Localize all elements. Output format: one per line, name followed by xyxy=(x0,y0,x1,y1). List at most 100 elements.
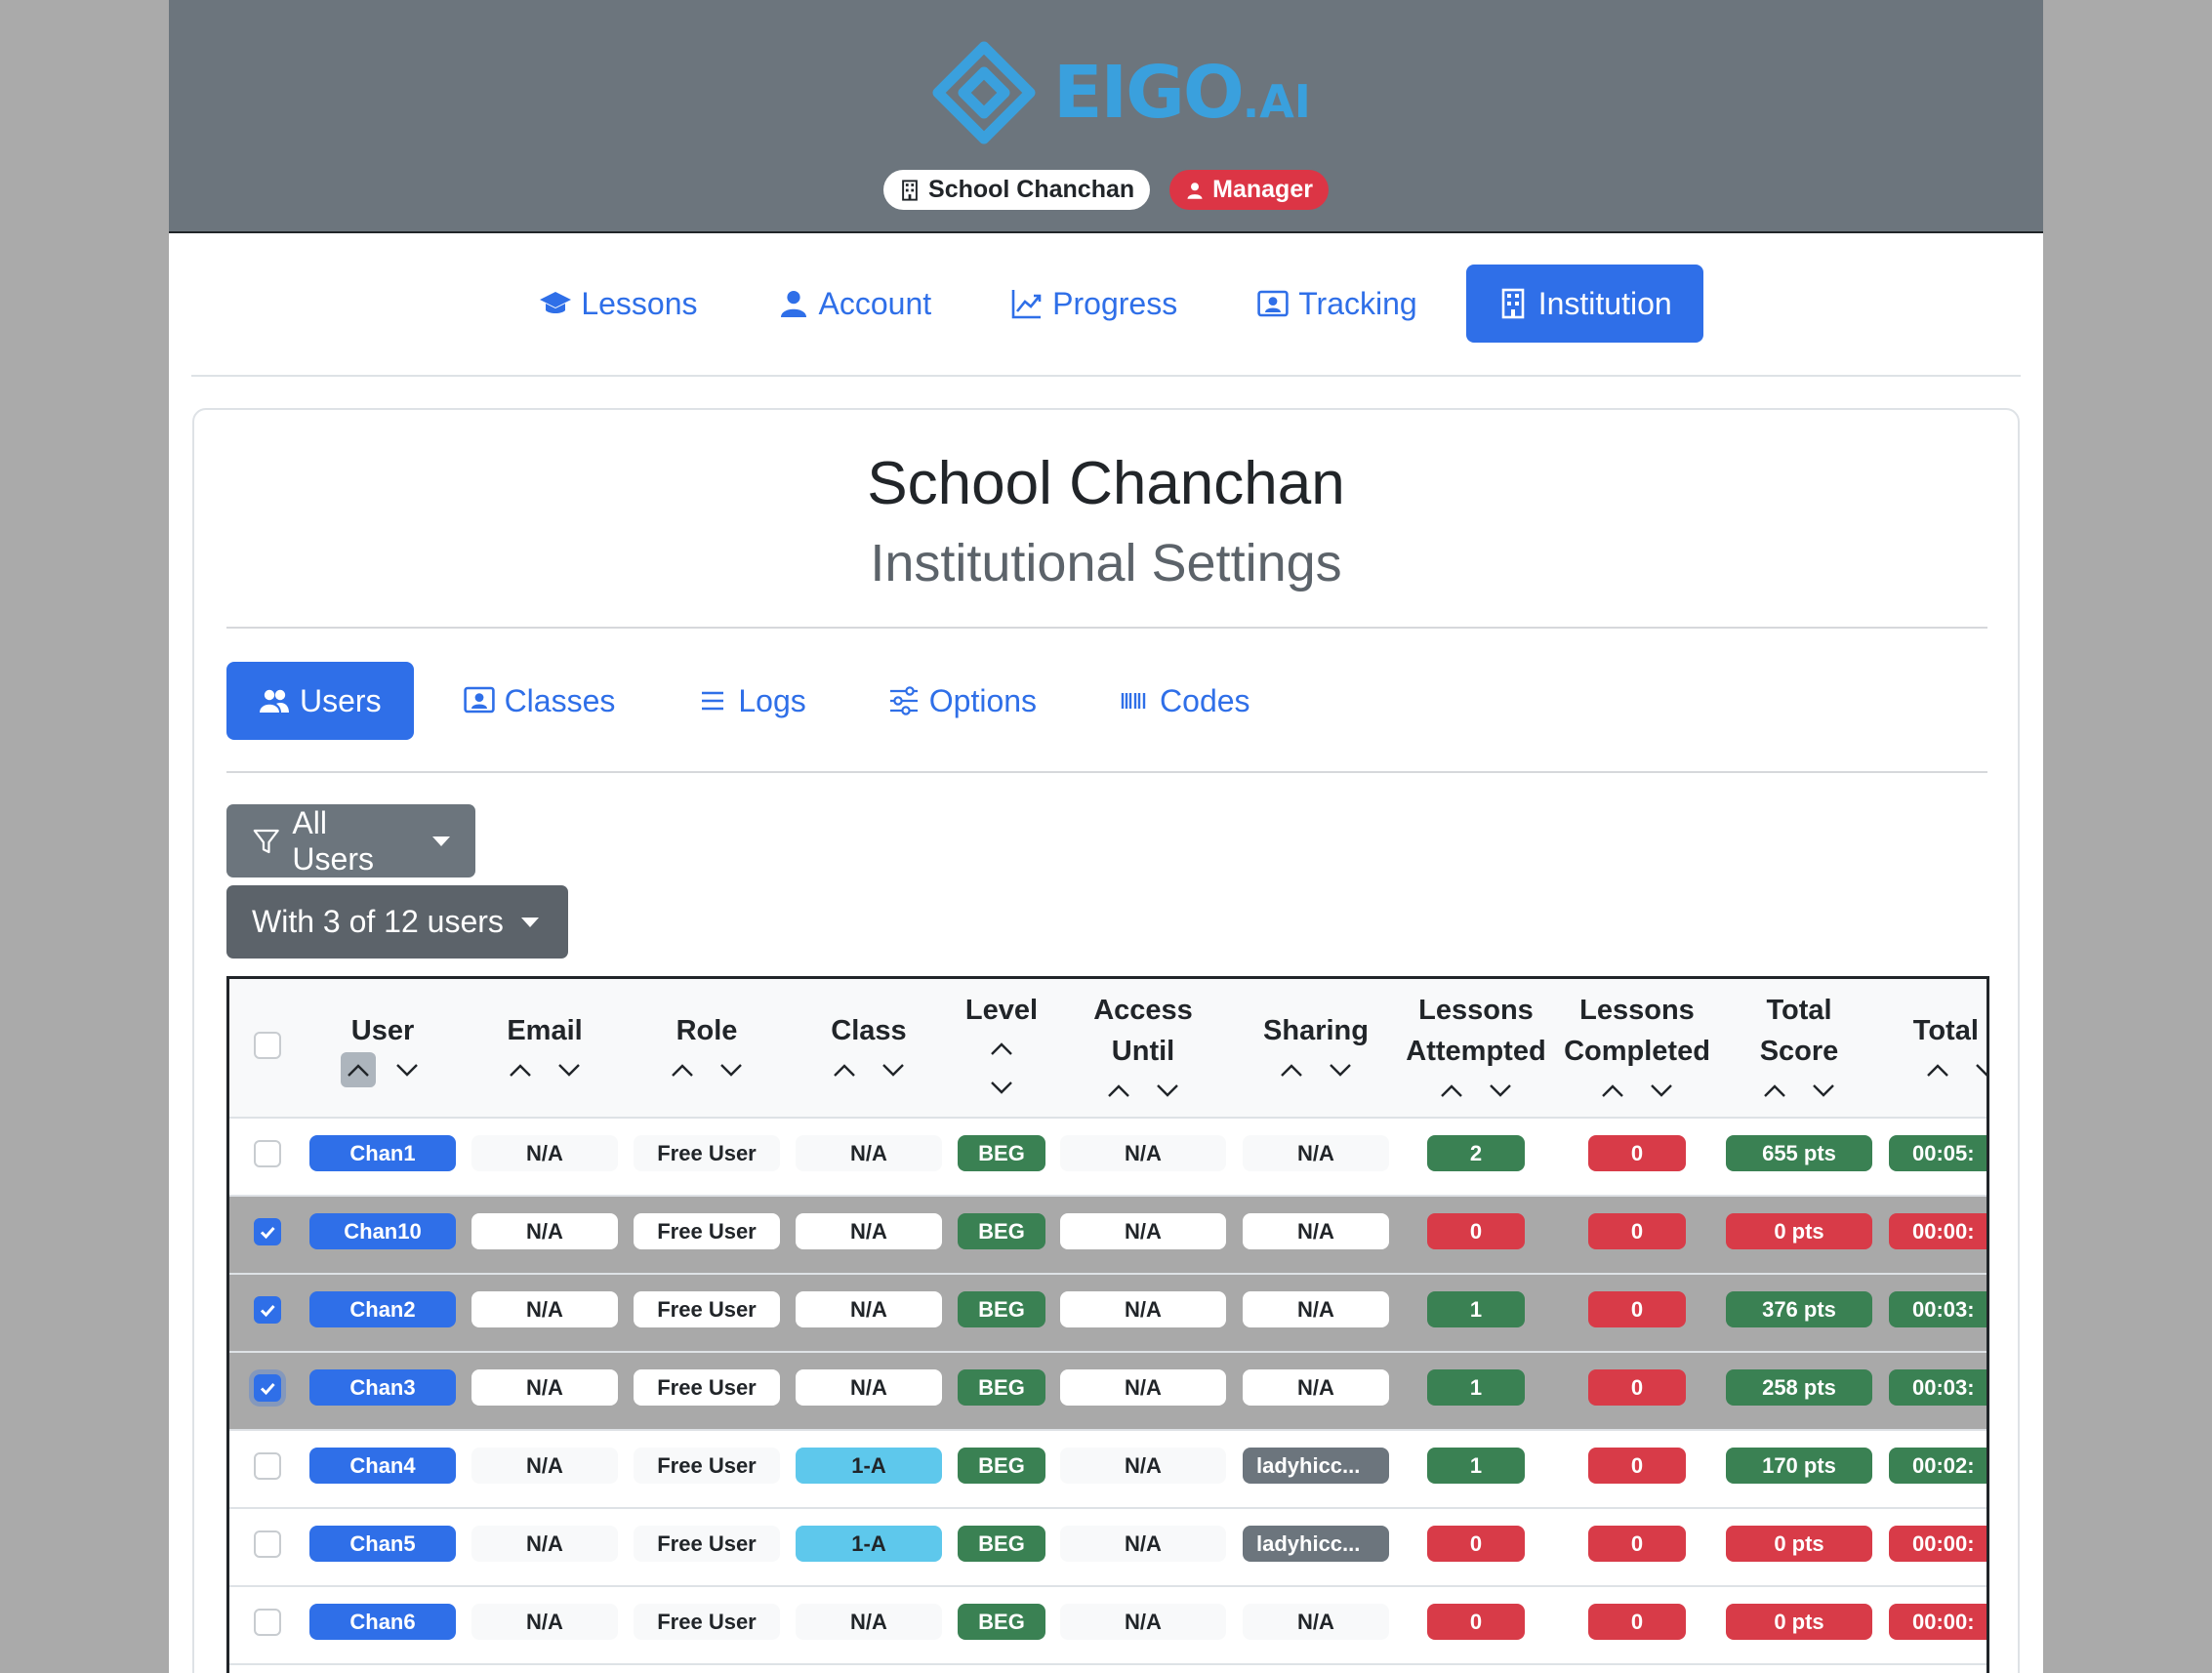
sort-ascending-icon[interactable] xyxy=(665,1052,700,1087)
cell-email: N/A xyxy=(471,1448,618,1484)
cell-access: N/A xyxy=(1060,1448,1226,1484)
sort-descending-icon[interactable] xyxy=(714,1052,749,1087)
selection-dropdown[interactable]: With 3 of 12 users xyxy=(226,885,568,959)
sort-controls xyxy=(1101,1072,1185,1109)
row-checkbox[interactable] xyxy=(254,1374,281,1402)
tab-options[interactable]: Options xyxy=(856,662,1069,740)
users-table: User Email Role Class Level Access Until Sharin… xyxy=(226,976,1989,1673)
select-all-checkbox[interactable] xyxy=(254,1032,281,1059)
sort-controls xyxy=(503,1051,587,1088)
tab-logs[interactable]: Logs xyxy=(665,662,838,740)
table-row[interactable]: Chan1 N/A Free User N/A BEG N/A N/A 2 0 655 pts 00… xyxy=(229,1119,1987,1197)
cell-attempted: 1 xyxy=(1427,1369,1525,1406)
sort-descending-icon[interactable] xyxy=(876,1052,911,1087)
cell-class: N/A xyxy=(796,1135,942,1171)
cell-sharing: N/A xyxy=(1243,1291,1389,1327)
row-checkbox[interactable] xyxy=(254,1452,281,1480)
column-header-label: Class xyxy=(831,1014,907,1046)
table-row[interactable]: Chan2 N/A Free User N/A BEG N/A N/A 1 0 376 pts 00… xyxy=(229,1275,1987,1353)
tab-codes-label: Codes xyxy=(1160,682,1250,718)
cell-time: 00:00: xyxy=(1889,1213,1987,1249)
cell-class: N/A xyxy=(796,1291,942,1327)
sort-ascending-icon[interactable] xyxy=(827,1052,862,1087)
table-row[interactable]: Chan6 N/A Free User N/A BEG N/A N/A 0 0 0 pts 00:0… xyxy=(229,1587,1987,1665)
sort-descending-icon[interactable] xyxy=(552,1052,587,1087)
sort-controls xyxy=(665,1051,749,1088)
cell-time: 00:05: xyxy=(1889,1135,1987,1171)
cell-sharing: N/A xyxy=(1243,1213,1389,1249)
cell-score: 170 pts xyxy=(1726,1448,1872,1484)
sort-ascending-icon[interactable] xyxy=(1757,1073,1792,1108)
cell-user[interactable]: Chan10 xyxy=(309,1213,456,1249)
cell-user[interactable]: Chan2 xyxy=(309,1291,456,1327)
sort-descending-icon[interactable] xyxy=(1969,1052,1989,1087)
cell-role: Free User xyxy=(634,1526,780,1562)
row-checkbox[interactable] xyxy=(254,1530,281,1558)
cell-score: 376 pts xyxy=(1726,1291,1872,1327)
cell-completed: 0 xyxy=(1588,1291,1686,1327)
column-header-label: Total Ti xyxy=(1912,1014,1987,1046)
row-checkbox[interactable] xyxy=(254,1218,281,1245)
nav-lessons[interactable]: Lessons xyxy=(509,265,728,343)
sort-ascending-icon[interactable] xyxy=(1434,1073,1469,1108)
tab-classes[interactable]: Classes xyxy=(431,662,648,740)
cell-user[interactable]: Chan1 xyxy=(309,1135,456,1171)
table-row[interactable]: Chan3 N/A Free User N/A BEG N/A N/A 1 0 258 pts 00… xyxy=(229,1353,1987,1431)
selection-dropdown-label: With 3 of 12 users xyxy=(252,904,504,939)
sort-ascending-icon[interactable] xyxy=(1274,1052,1309,1087)
column-header-sharing: Sharing xyxy=(1243,979,1389,1119)
cell-time: 00:00: xyxy=(1889,1526,1987,1562)
cell-time: 00:00: xyxy=(1889,1604,1987,1640)
sort-controls xyxy=(1595,1072,1679,1109)
cell-attempted: 0 xyxy=(1427,1526,1525,1562)
sort-descending-icon[interactable] xyxy=(1150,1073,1185,1108)
table-row[interactable]: Chan5 N/A Free User 1-A BEG N/A ladyhicc... 0 0 0… xyxy=(229,1509,1987,1587)
column-header-label: Sharing xyxy=(1263,1014,1369,1046)
sort-descending-icon[interactable] xyxy=(1323,1052,1358,1087)
cell-access: N/A xyxy=(1060,1526,1226,1562)
sort-ascending-icon[interactable] xyxy=(1101,1073,1136,1108)
tab-codes[interactable]: Codes xyxy=(1086,662,1283,740)
sort-ascending-icon[interactable] xyxy=(984,1031,1019,1066)
column-header-attempted: Lessons Attempted xyxy=(1398,979,1554,1119)
cell-user[interactable]: Chan6 xyxy=(309,1604,456,1640)
tab-users[interactable]: Users xyxy=(226,662,414,740)
cell-user[interactable]: Chan5 xyxy=(309,1526,456,1562)
row-checkbox[interactable] xyxy=(254,1140,281,1167)
user-filter-label: All Users xyxy=(292,804,374,877)
cell-level: BEG xyxy=(958,1369,1045,1406)
user-filter-dropdown[interactable]: All Users xyxy=(226,804,475,877)
sort-descending-icon[interactable] xyxy=(1644,1073,1679,1108)
cell-email: N/A xyxy=(471,1291,618,1327)
cell-user[interactable]: Chan4 xyxy=(309,1448,456,1484)
sort-ascending-icon[interactable] xyxy=(341,1051,376,1087)
sort-ascending-icon[interactable] xyxy=(1920,1052,1955,1087)
column-header-role: Role xyxy=(634,979,780,1119)
nav-progress[interactable]: Progress xyxy=(980,265,1208,343)
cell-completed: 0 xyxy=(1588,1526,1686,1562)
sort-controls xyxy=(1757,1072,1841,1109)
eigo-logo[interactable]: EIGO.AI xyxy=(930,39,1311,146)
row-checkbox[interactable] xyxy=(254,1296,281,1324)
table-row[interactable]: Chan4 N/A Free User 1-A BEG N/A ladyhicc... 1 0 1… xyxy=(229,1431,1987,1509)
sort-descending-icon[interactable] xyxy=(389,1052,425,1087)
sort-ascending-icon[interactable] xyxy=(503,1052,538,1087)
row-checkbox[interactable] xyxy=(254,1609,281,1636)
column-header-label: Email xyxy=(507,1014,583,1046)
cell-role: Free User xyxy=(634,1448,780,1484)
sort-descending-icon[interactable] xyxy=(1483,1073,1518,1108)
graduation-cap-icon xyxy=(540,292,572,313)
page-subtitle: Institutional Settings xyxy=(870,534,1342,592)
nav-institution[interactable]: Institution xyxy=(1465,265,1703,343)
nav-tracking[interactable]: Tracking xyxy=(1226,265,1449,343)
cell-attempted: 0 xyxy=(1427,1604,1525,1640)
sort-descending-icon[interactable] xyxy=(1806,1073,1841,1108)
table-row[interactable]: Chan10 N/A Free User N/A BEG N/A N/A 0 0 0 pts 00:… xyxy=(229,1197,1987,1275)
nav-account[interactable]: Account xyxy=(747,265,963,343)
sort-descending-icon[interactable] xyxy=(984,1070,1019,1105)
cell-user[interactable]: Chan3 xyxy=(309,1369,456,1406)
cell-attempted: 2 xyxy=(1427,1135,1525,1171)
column-header-label: User xyxy=(350,1014,415,1046)
sort-ascending-icon[interactable] xyxy=(1595,1073,1630,1108)
cell-role: Free User xyxy=(634,1135,780,1171)
